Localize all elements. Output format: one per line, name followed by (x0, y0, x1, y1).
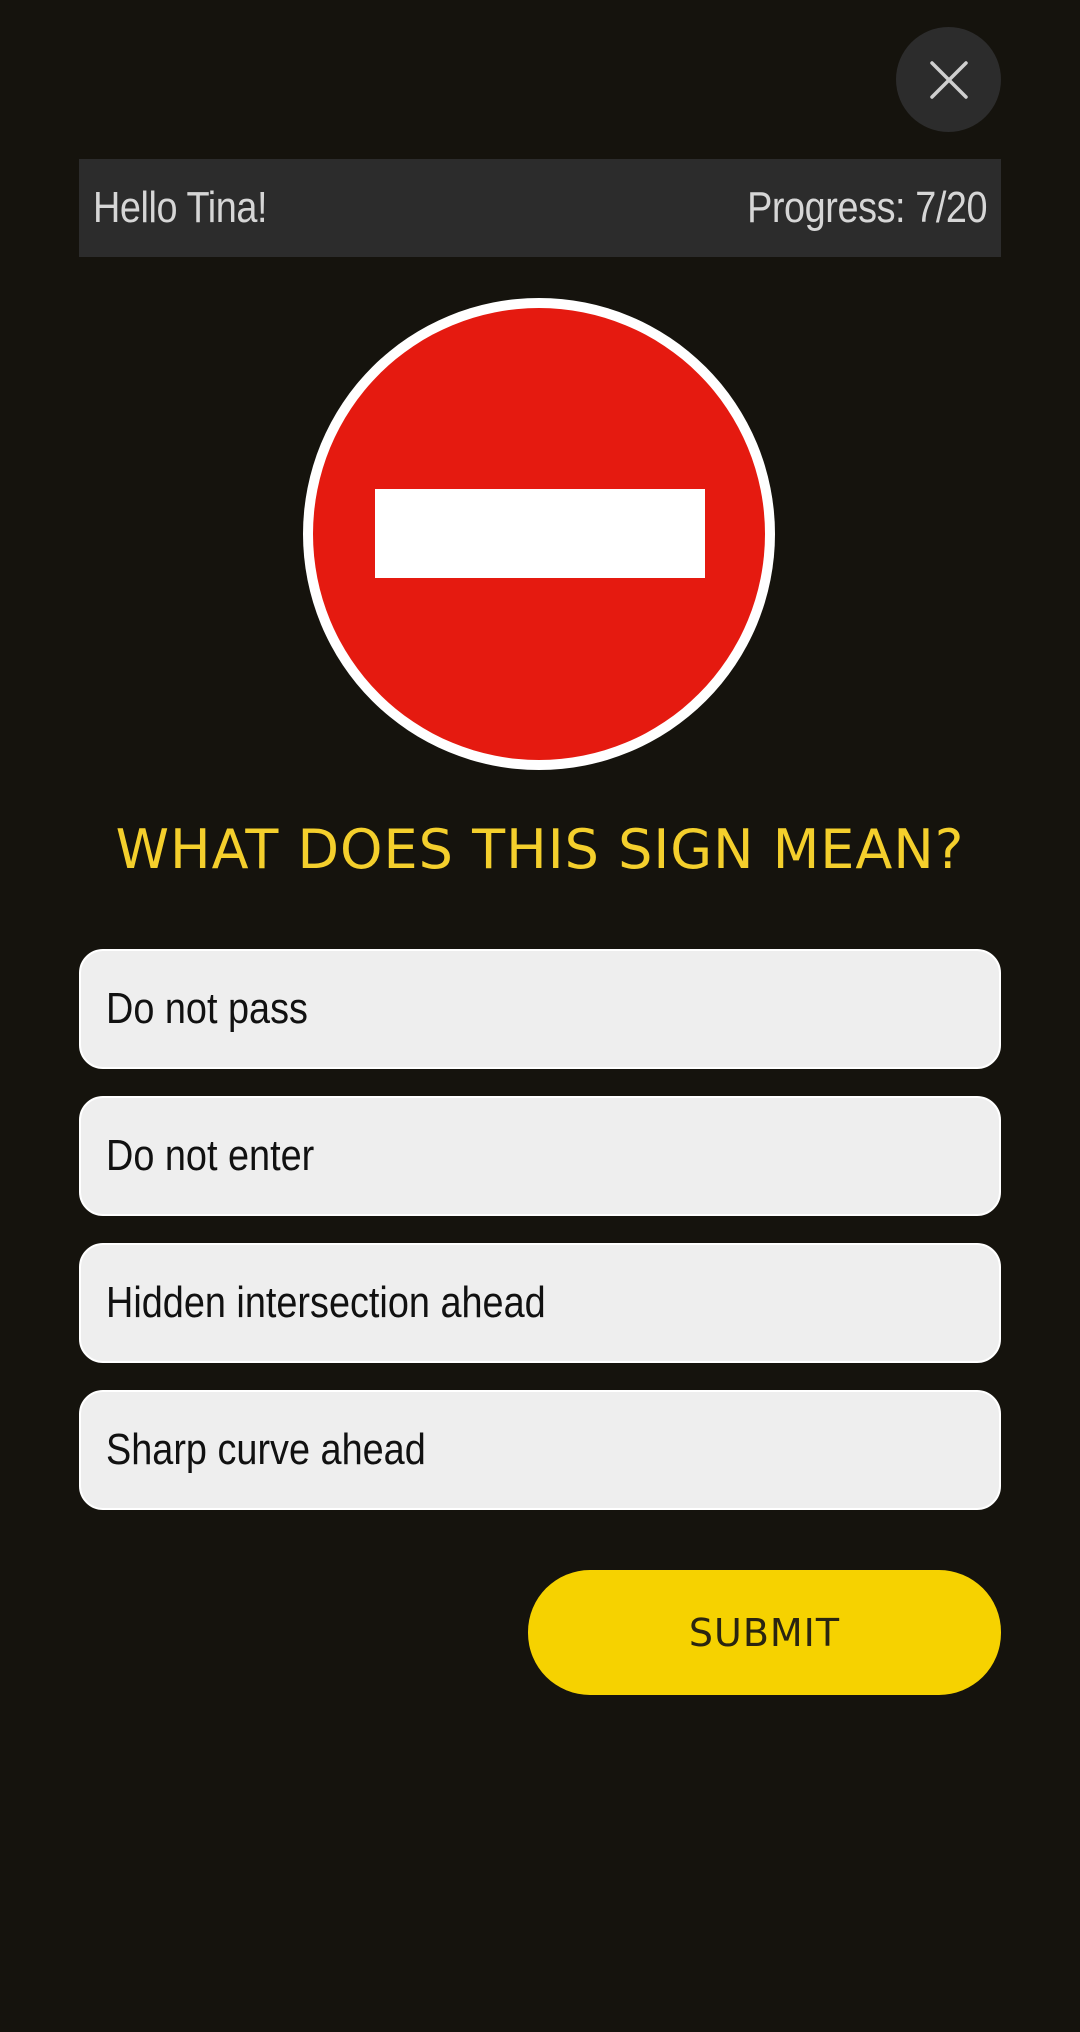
close-button[interactable] (896, 27, 1001, 132)
sign-bar (375, 489, 705, 578)
answer-option-label: Sharp curve ahead (106, 1425, 426, 1474)
submit-button[interactable]: SUBMIT (528, 1570, 1001, 1695)
question-text: WHAT DOES THIS SIGN MEAN? (115, 818, 965, 881)
answer-option-label: Do not enter (106, 1131, 315, 1180)
answer-option-label: Hidden intersection ahead (106, 1278, 546, 1327)
answer-option[interactable]: Sharp curve ahead (79, 1390, 1001, 1510)
answer-option[interactable]: Do not enter (79, 1096, 1001, 1216)
answer-option[interactable]: Hidden intersection ahead (79, 1243, 1001, 1363)
traffic-sign-image (302, 297, 776, 771)
greeting-text: Hello Tina! (93, 183, 268, 232)
progress-text: Progress: 7/20 (746, 183, 988, 232)
no-entry-sign-icon (303, 298, 775, 770)
close-icon (929, 60, 968, 99)
header-bar: Hello Tina! Progress: 7/20 (79, 159, 1001, 257)
answer-options: Do not pass Do not enter Hidden intersec… (79, 949, 1001, 1537)
answer-option[interactable]: Do not pass (79, 949, 1001, 1069)
answer-option-label: Do not pass (106, 984, 308, 1033)
submit-button-label: SUBMIT (688, 1610, 841, 1655)
